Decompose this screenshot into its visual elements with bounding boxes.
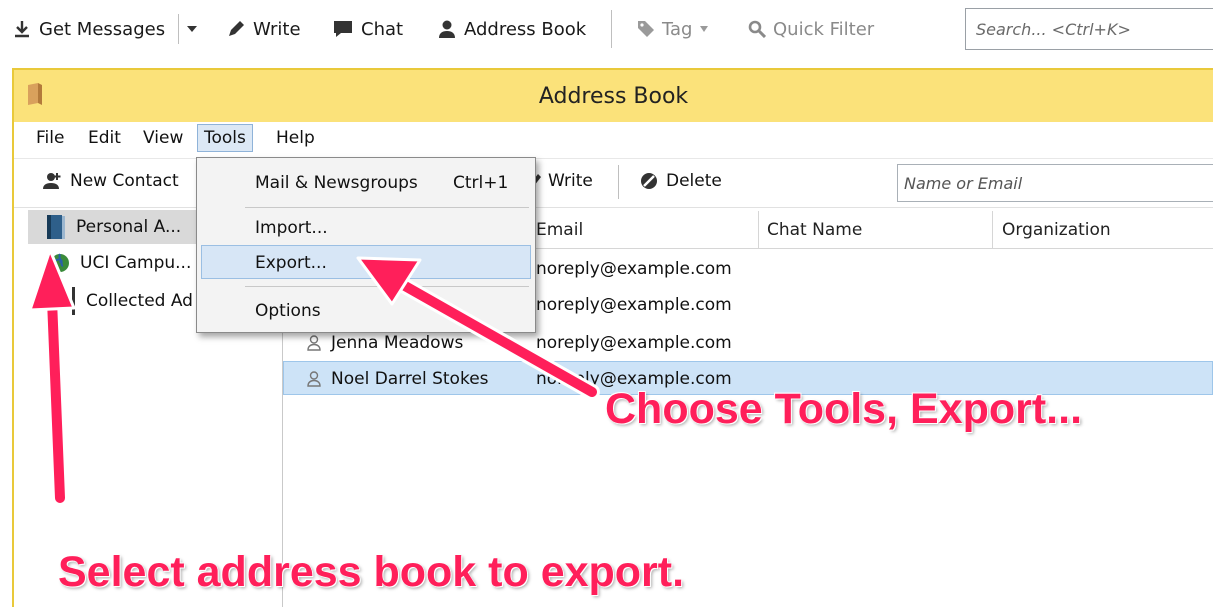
annotation-book-hint: Select address book to export. xyxy=(57,547,685,597)
arrow-to-address-book xyxy=(28,248,76,506)
annotation-arrows xyxy=(28,248,600,506)
annotation-tools-hint: Choose Tools, Export... xyxy=(604,384,1083,434)
arrow-to-export xyxy=(356,256,600,400)
